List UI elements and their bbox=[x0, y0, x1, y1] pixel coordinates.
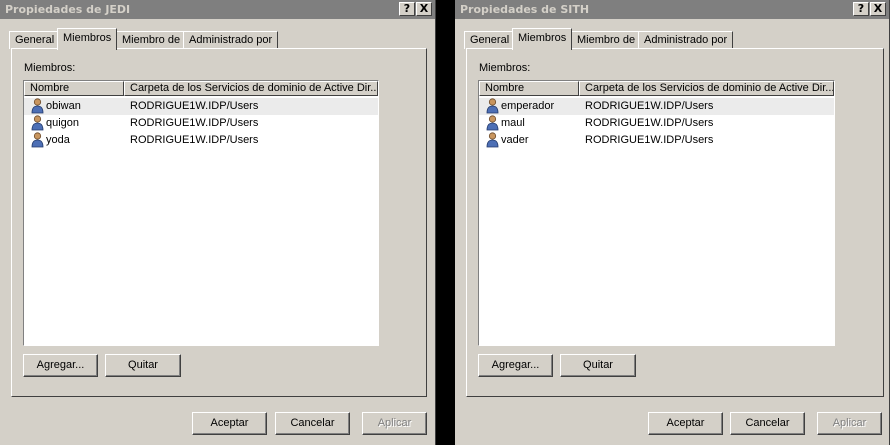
member-row[interactable]: obiwan RODRIGUE1W.IDP/Users bbox=[24, 98, 378, 115]
members-list[interactable]: Nombre Carpeta de los Servicios de domin… bbox=[478, 80, 835, 346]
title-bar[interactable]: Propiedades de JEDI ? X bbox=[0, 0, 435, 19]
member-folder: RODRIGUE1W.IDP/Users bbox=[585, 117, 714, 129]
user-icon bbox=[486, 98, 499, 114]
add-button[interactable]: Agregar... bbox=[478, 354, 553, 377]
close-icon[interactable]: X bbox=[416, 2, 432, 16]
member-folder: RODRIGUE1W.IDP/Users bbox=[130, 134, 259, 146]
cancel-button[interactable]: Cancelar bbox=[275, 412, 350, 435]
sith-properties-dialog: Propiedades de SITH ? X General Miembros… bbox=[455, 0, 890, 445]
close-icon[interactable]: X bbox=[870, 2, 886, 16]
member-folder: RODRIGUE1W.IDP/Users bbox=[585, 134, 714, 146]
member-folder: RODRIGUE1W.IDP/Users bbox=[130, 117, 259, 129]
members-list[interactable]: Nombre Carpeta de los Servicios de domin… bbox=[23, 80, 379, 346]
tab-member-of[interactable]: Miembro de bbox=[116, 31, 187, 49]
member-row[interactable]: maul RODRIGUE1W.IDP/Users bbox=[479, 115, 834, 132]
ok-button[interactable]: Aceptar bbox=[648, 412, 723, 435]
members-tab-panel: Miembros: Nombre Carpeta de los Servicio… bbox=[466, 48, 884, 397]
remove-button[interactable]: Quitar bbox=[105, 354, 181, 377]
window-title: Propiedades de SITH bbox=[460, 3, 590, 16]
user-icon bbox=[31, 132, 44, 148]
member-name: maul bbox=[501, 117, 525, 129]
member-row[interactable]: emperador RODRIGUE1W.IDP/Users bbox=[479, 98, 834, 115]
user-icon bbox=[31, 115, 44, 131]
column-header-name[interactable]: Nombre bbox=[24, 81, 124, 96]
tab-managed-by[interactable]: Administrado por bbox=[638, 31, 734, 49]
member-name: quigon bbox=[46, 117, 80, 129]
column-header-name[interactable]: Nombre bbox=[479, 81, 579, 96]
members-label: Miembros: bbox=[24, 62, 76, 74]
list-header: Nombre Carpeta de los Servicios de domin… bbox=[479, 81, 834, 96]
remove-button[interactable]: Quitar bbox=[560, 354, 636, 377]
window-title: Propiedades de JEDI bbox=[5, 3, 131, 16]
cancel-button[interactable]: Cancelar bbox=[730, 412, 805, 435]
user-icon bbox=[486, 115, 499, 131]
members-tab-panel: Miembros: Nombre Carpeta de los Servicio… bbox=[11, 48, 427, 397]
member-name: yoda bbox=[46, 134, 70, 146]
column-header-folder[interactable]: Carpeta de los Servicios de dominio de A… bbox=[579, 81, 834, 96]
member-folder: RODRIGUE1W.IDP/Users bbox=[585, 100, 714, 112]
tab-general[interactable]: General bbox=[464, 31, 516, 49]
user-icon bbox=[31, 98, 44, 114]
tab-members[interactable]: Miembros bbox=[512, 28, 573, 50]
column-header-folder[interactable]: Carpeta de los Servicios de dominio de A… bbox=[124, 81, 378, 96]
member-row[interactable]: vader RODRIGUE1W.IDP/Users bbox=[479, 132, 834, 149]
help-icon[interactable]: ? bbox=[853, 2, 869, 16]
apply-button[interactable]: Aplicar bbox=[362, 412, 427, 435]
tab-general[interactable]: General bbox=[9, 31, 61, 49]
member-folder: RODRIGUE1W.IDP/Users bbox=[130, 100, 259, 112]
jedi-properties-dialog: Propiedades de JEDI ? X General Miembros… bbox=[0, 0, 436, 445]
member-row[interactable]: quigon RODRIGUE1W.IDP/Users bbox=[24, 115, 378, 132]
add-button[interactable]: Agregar... bbox=[23, 354, 98, 377]
member-row[interactable]: yoda RODRIGUE1W.IDP/Users bbox=[24, 132, 378, 149]
list-header: Nombre Carpeta de los Servicios de domin… bbox=[24, 81, 378, 96]
member-name: emperador bbox=[501, 100, 555, 112]
tab-member-of[interactable]: Miembro de bbox=[571, 31, 642, 49]
tab-members[interactable]: Miembros bbox=[57, 28, 118, 50]
tab-managed-by[interactable]: Administrado por bbox=[183, 31, 279, 49]
apply-button[interactable]: Aplicar bbox=[817, 412, 882, 435]
member-name: vader bbox=[501, 134, 529, 146]
ok-button[interactable]: Aceptar bbox=[192, 412, 267, 435]
title-bar[interactable]: Propiedades de SITH ? X bbox=[455, 0, 889, 19]
user-icon bbox=[486, 132, 499, 148]
member-name: obiwan bbox=[46, 100, 81, 112]
members-label: Miembros: bbox=[479, 62, 531, 74]
help-icon[interactable]: ? bbox=[399, 2, 415, 16]
